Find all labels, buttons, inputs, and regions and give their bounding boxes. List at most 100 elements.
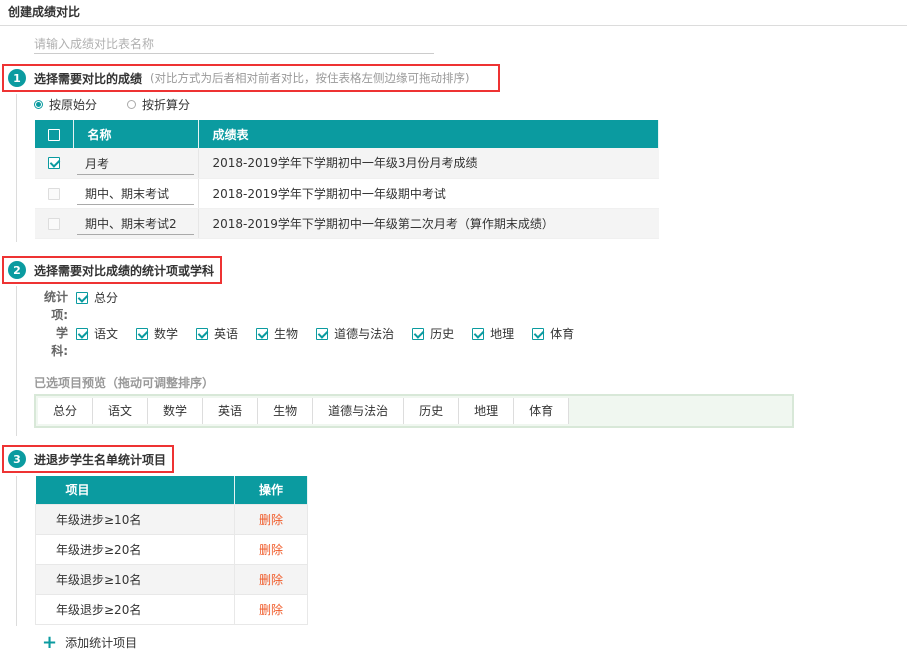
step3-title: 进退步学生名单统计项目: [34, 452, 167, 467]
subject-checkbox[interactable]: [316, 327, 329, 340]
delete-button[interactable]: 删除: [234, 533, 308, 565]
selected-items-preview: 总分 语文 数学 英语 生物 道德与法治 历史 地理 体育: [34, 394, 794, 428]
subject-checkbox[interactable]: [472, 327, 485, 340]
subject-checkbox[interactable]: [412, 327, 425, 340]
item-cell: 年级退步≥20名: [35, 593, 235, 625]
sheet-column-header: 成绩表: [198, 120, 659, 148]
item-column-header: 项目: [35, 476, 235, 504]
table-row: 年级进步≥10名 删除: [35, 503, 308, 535]
preview-chip[interactable]: 数学: [148, 398, 204, 424]
delete-button[interactable]: 删除: [234, 503, 308, 535]
item-cell: 年级进步≥10名: [35, 503, 235, 535]
preview-chip[interactable]: 总分: [38, 398, 94, 424]
name-column-header: 名称: [73, 120, 199, 148]
row-checkbox[interactable]: [48, 187, 60, 200]
subjects-label: 学科:: [51, 326, 68, 358]
subject-yingyu[interactable]: 英语: [196, 325, 238, 342]
preview-chip[interactable]: 体育: [514, 398, 570, 424]
add-stat-item-button[interactable]: + 添加统计项目: [42, 633, 138, 651]
row-checkbox[interactable]: [48, 157, 60, 170]
subject-checkbox[interactable]: [76, 327, 88, 340]
table-row[interactable]: 期中、期末考试 2018-2019学年下学期初中一年级期中考试: [35, 178, 659, 209]
step1-header: 1 选择需要对比的成绩 (对比方式为后者相对前者对比，按住表格左侧边缘可拖动排序…: [2, 64, 500, 92]
row-name-cell: 期中、期末考试2: [73, 208, 199, 239]
add-stat-item-label: 添加统计项目: [65, 636, 138, 650]
subject-label: 道德与法治: [334, 327, 395, 341]
subject-checkbox[interactable]: [256, 327, 269, 340]
step1-hint: (对比方式为后者相对前者对比，按住表格左侧边缘可拖动排序): [150, 71, 470, 85]
item-cell: 年级进步≥20名: [35, 533, 235, 565]
table-row[interactable]: 期中、期末考试2 2018-2019学年下学期初中一年级第二次月考（算作期末成绩…: [35, 208, 659, 239]
table-row: 年级进步≥20名 删除: [35, 533, 308, 565]
stat-items-label: 统计项:: [43, 290, 68, 322]
subject-label: 语文: [94, 327, 119, 341]
radio-original-dot[interactable]: [34, 100, 43, 109]
subject-checkbox[interactable]: [532, 327, 545, 340]
row-checkbox-cell: [35, 148, 73, 179]
row-sheet-cell: 2018-2019学年下学期初中一年级期中考试: [198, 178, 659, 209]
subject-label: 英语: [214, 327, 239, 341]
subject-lishi[interactable]: 历史: [412, 325, 454, 342]
step3-number-badge: 3: [8, 450, 26, 468]
step3-header: 3 进退步学生名单统计项目: [2, 445, 174, 473]
step1-guide-line: [16, 94, 17, 242]
subject-label: 体育: [550, 327, 575, 341]
subject-dili[interactable]: 地理: [472, 325, 514, 342]
stat-item-total[interactable]: 总分: [76, 289, 118, 306]
subject-daode[interactable]: 道德与法治: [316, 325, 394, 342]
step2-title: 选择需要对比成绩的统计项或学科: [34, 263, 215, 278]
subject-label: 数学: [154, 327, 179, 341]
comparison-name-input[interactable]: [34, 34, 434, 54]
page-title: 创建成绩对比: [8, 5, 81, 19]
step2-header: 2 选择需要对比成绩的统计项或学科: [2, 256, 222, 284]
preview-chip[interactable]: 历史: [404, 398, 460, 424]
subject-yuwen[interactable]: 语文: [76, 325, 118, 342]
row-checkbox[interactable]: [48, 217, 60, 230]
radio-original-label: 按原始分: [49, 98, 98, 112]
preview-chip[interactable]: 道德与法治: [313, 398, 405, 424]
radio-converted-dot[interactable]: [127, 100, 137, 109]
score-mode-radio-group: 按原始分 按折算分: [34, 96, 220, 113]
subject-shuxue[interactable]: 数学: [136, 325, 178, 342]
table-row: 年级退步≥20名 删除: [35, 593, 308, 625]
row-name-input[interactable]: 月考: [77, 153, 194, 175]
subject-checkbox[interactable]: [196, 327, 209, 340]
table-header-row: 项目 操作: [35, 476, 308, 504]
preview-chip[interactable]: 生物: [258, 398, 314, 424]
select-all-checkbox[interactable]: [47, 128, 60, 141]
row-name-cell: 月考: [73, 148, 199, 179]
subject-checkbox[interactable]: [136, 327, 149, 340]
step2-guide-line: [16, 286, 17, 436]
preview-chip[interactable]: 语文: [93, 398, 149, 424]
subject-label: 地理: [490, 327, 515, 341]
step3-guide-line: [16, 476, 17, 626]
row-sheet-cell: 2018-2019学年下学期初中一年级3月份月考成绩: [198, 148, 659, 179]
row-sheet-cell: 2018-2019学年下学期初中一年级第二次月考（算作期末成绩）: [198, 208, 659, 239]
table-row: 年级退步≥10名 删除: [35, 563, 308, 595]
row-name-input[interactable]: 期中、期末考试: [77, 183, 194, 205]
preview-chip[interactable]: 地理: [459, 398, 515, 424]
radio-converted-label: 按折算分: [142, 98, 191, 112]
score-selection-table: 名称 成绩表 月考 2018-2019学年下学期初中一年级3月份月考成绩 期中、…: [35, 120, 659, 239]
select-all-header: [35, 120, 74, 148]
subject-shengwu[interactable]: 生物: [256, 325, 298, 342]
subject-label: 生物: [274, 327, 299, 341]
step2-number-badge: 2: [8, 261, 26, 279]
preview-chip[interactable]: 英语: [203, 398, 259, 424]
subjects-group: 语文 数学 英语 生物 道德与法治 历史 地理 体育: [76, 325, 592, 342]
preview-chip-list: 总分 语文 数学 英语 生物 道德与法治 历史 地理 体育: [38, 398, 570, 424]
progress-items-table: 项目 操作 年级进步≥10名 删除 年级进步≥20名 删除 年级退步≥10名 删…: [35, 476, 308, 625]
radio-converted-score[interactable]: 按折算分: [127, 96, 190, 113]
subject-tiyu[interactable]: 体育: [532, 325, 574, 342]
subject-label: 历史: [430, 327, 455, 341]
page-header: 创建成绩对比: [0, 0, 907, 26]
row-checkbox-cell: [35, 208, 73, 239]
row-checkbox-cell: [35, 178, 73, 209]
radio-original-score[interactable]: 按原始分: [34, 96, 97, 113]
delete-button[interactable]: 删除: [234, 593, 308, 625]
row-name-cell: 期中、期末考试: [73, 178, 199, 209]
row-name-input[interactable]: 期中、期末考试2: [77, 213, 194, 235]
stat-total-checkbox[interactable]: [76, 291, 88, 304]
table-row[interactable]: 月考 2018-2019学年下学期初中一年级3月份月考成绩: [35, 148, 659, 179]
delete-button[interactable]: 删除: [234, 563, 308, 595]
